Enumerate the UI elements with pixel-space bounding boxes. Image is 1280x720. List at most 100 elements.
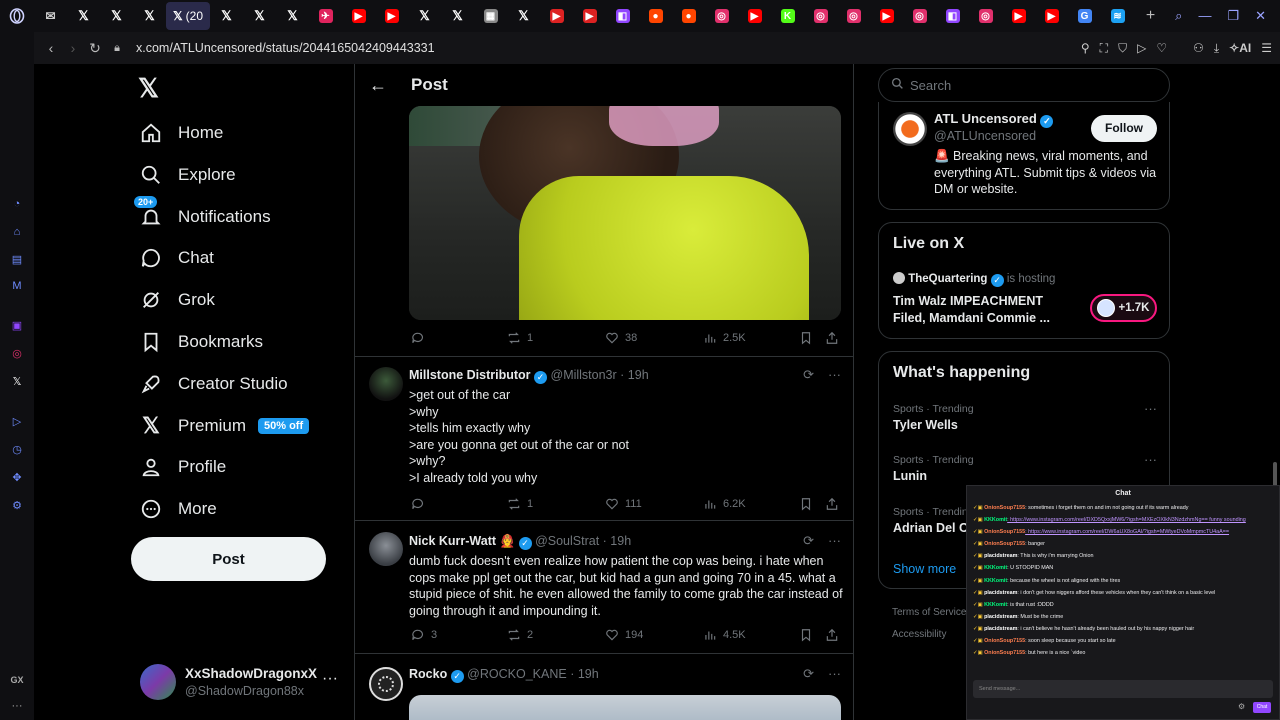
browser-tab[interactable]: ▶ <box>1035 2 1068 30</box>
search-input[interactable]: Search <box>878 68 1170 102</box>
bookmark-button[interactable] <box>799 497 813 511</box>
more-icon[interactable]: ··· <box>1144 401 1157 416</box>
browser-tab[interactable]: 𝕏 <box>408 2 441 30</box>
grok-explain-icon[interactable]: ⟳ <box>803 533 814 549</box>
browser-tab[interactable]: ◎ <box>903 2 936 30</box>
browser-tab[interactable]: ◧ <box>606 2 639 30</box>
avatar[interactable] <box>893 112 927 146</box>
bookmark-button[interactable] <box>799 331 813 345</box>
chat-username[interactable]: placidstream <box>984 553 1017 559</box>
browser-tab[interactable]: 𝕏 <box>100 2 133 30</box>
reply-button[interactable]: 3 <box>411 628 437 642</box>
more-icon[interactable]: ··· <box>828 533 841 549</box>
tab-active-x[interactable]: 𝕏 (20 <box>166 2 210 30</box>
nav-grok[interactable]: Grok <box>138 280 215 320</box>
share-button[interactable] <box>825 497 839 511</box>
grok-explain-icon[interactable]: ⟳ <box>803 367 814 383</box>
twitch-sidebar-icon[interactable]: ▣ <box>9 318 25 334</box>
messenger-icon[interactable]: M <box>9 278 25 294</box>
more-icon[interactable]: ··· <box>1144 452 1157 467</box>
like-button[interactable]: 38 <box>605 331 637 345</box>
settings-icon[interactable]: ⚙ <box>9 498 25 514</box>
browser-tab[interactable]: ● <box>639 2 672 30</box>
account-switcher[interactable]: XxShadowDragonxX @ShadowDragon88x ··· <box>140 662 345 704</box>
instagram-sidebar-icon[interactable]: ◎ <box>9 346 25 362</box>
browser-tab[interactable]: ▦ <box>474 2 507 30</box>
share-button[interactable] <box>825 628 839 642</box>
nav-creator-studio[interactable]: Creator Studio <box>138 364 288 404</box>
back-icon[interactable]: ‹ <box>40 40 62 56</box>
chat-username[interactable]: OnionSoup7155 <box>984 541 1025 547</box>
chat-username[interactable]: OnionSoup7155 <box>984 529 1025 535</box>
notes-icon[interactable]: ▤ <box>9 252 25 268</box>
chat-send-button[interactable]: Chat <box>1253 702 1271 713</box>
nav-profile[interactable]: Profile <box>138 447 226 487</box>
chat-username[interactable]: KKKomit <box>984 578 1007 584</box>
nav-explore[interactable]: Explore <box>138 155 236 195</box>
browser-tab[interactable]: ▶ <box>573 2 606 30</box>
browser-tab[interactable]: 𝕏 <box>276 2 309 30</box>
reply-button[interactable] <box>411 497 431 511</box>
browser-tab[interactable]: K <box>771 2 804 30</box>
live-title[interactable]: Tim Walz IMPEACHMENT Filed, Mamdani Comm… <box>893 293 1068 326</box>
profile-name[interactable]: ATL Uncensored <box>934 111 1037 126</box>
url-field[interactable]: x.com/ATLUncensored/status/2044165042409… <box>136 41 435 55</box>
chat-username[interactable]: OnionSoup7155 <box>984 505 1025 511</box>
browser-tab[interactable]: ◧ <box>936 2 969 30</box>
maximize-icon[interactable]: ❐ <box>1227 8 1239 24</box>
screenshot-icon[interactable]: ⛶ <box>1100 41 1108 56</box>
author-handle[interactable]: @SoulStrat <box>535 534 599 548</box>
pin-icon[interactable]: ⚲ <box>1081 41 1090 55</box>
avatar[interactable] <box>369 367 403 401</box>
reply-tweet[interactable]: Nick Kurr-Watt 🧑‍🚒 ✓ @SoulStrat · 19h ⟳ ·… <box>355 522 853 654</box>
chat-username[interactable]: placidstream <box>984 626 1017 632</box>
browser-tab[interactable]: G <box>1068 2 1101 30</box>
chat-username[interactable]: KKKomit <box>984 517 1007 523</box>
more-icon[interactable]: ··· <box>828 367 841 383</box>
views-button[interactable]: 2.5K <box>703 331 746 345</box>
opera-menu-icon[interactable] <box>0 2 34 30</box>
profile-handle[interactable]: @ATLUncensored <box>934 129 1036 143</box>
download-icon[interactable]: ⤓ <box>1214 41 1219 56</box>
reply-tweet[interactable]: Rocko ✓ @ROCKO_KANE · 19h ⟳ ··· <box>355 655 853 720</box>
repost-button[interactable]: 1 <box>507 331 533 345</box>
like-button[interactable]: 111 <box>605 497 642 511</box>
views-button[interactable]: 6.2K <box>703 497 746 511</box>
player-icon[interactable]: ▷ <box>9 414 25 430</box>
chat-settings-icon[interactable]: ⚙ <box>1238 702 1245 711</box>
browser-tab[interactable]: ▶ <box>540 2 573 30</box>
avatar[interactable] <box>369 532 403 566</box>
x-logo[interactable]: 𝕏 <box>138 68 159 108</box>
browser-tab[interactable]: ▶ <box>342 2 375 30</box>
author-handle[interactable]: @Millston3r <box>551 368 617 382</box>
chat-text[interactable]: : https://www.instagram.com/reel/DXD5Qxx… <box>1007 517 1246 523</box>
nav-bookmarks[interactable]: Bookmarks <box>138 322 263 362</box>
share-button[interactable] <box>825 331 839 345</box>
like-button[interactable]: 194 <box>605 628 643 642</box>
browser-tab[interactable]: ▶ <box>1002 2 1035 30</box>
history-icon[interactable]: ◷ <box>9 442 25 458</box>
account-menu-icon[interactable]: ··· <box>322 670 338 688</box>
reply-button[interactable] <box>411 331 431 345</box>
browser-tab[interactable]: ▶ <box>375 2 408 30</box>
menu-icon[interactable]: ☰ <box>1261 41 1272 55</box>
footer-link[interactable]: Accessibility <box>892 629 946 640</box>
account-icon[interactable]: ⚇ <box>1193 41 1204 55</box>
grok-explain-icon[interactable]: ⟳ <box>803 666 814 682</box>
browser-tab[interactable]: ◎ <box>705 2 738 30</box>
bot-icon[interactable]: ⌂ <box>9 224 25 240</box>
browser-tab[interactable]: 𝕏 <box>67 2 100 30</box>
nav-notifications[interactable]: 20+ Notifications <box>134 196 271 237</box>
browser-tab[interactable]: ◎ <box>969 2 1002 30</box>
more-sidebar-icon[interactable]: ··· <box>9 698 25 714</box>
reload-icon[interactable]: ↻ <box>84 40 106 57</box>
chat-text[interactable]: : https://www.instagram.com/reel/DW6aUX8… <box>1025 529 1229 535</box>
play-icon[interactable]: ▷ <box>1137 41 1146 55</box>
author-handle[interactable]: @ROCKO_KANE <box>467 667 567 681</box>
x-sidebar-icon[interactable]: 𝕏 <box>9 374 25 390</box>
browser-tab[interactable]: 𝕏 <box>210 2 243 30</box>
new-tab-button[interactable]: + <box>1134 2 1167 30</box>
timestamp[interactable]: · 19h <box>603 534 632 548</box>
browser-tab[interactable]: 𝕏 <box>441 2 474 30</box>
chat-username[interactable]: placidstream <box>984 614 1017 620</box>
